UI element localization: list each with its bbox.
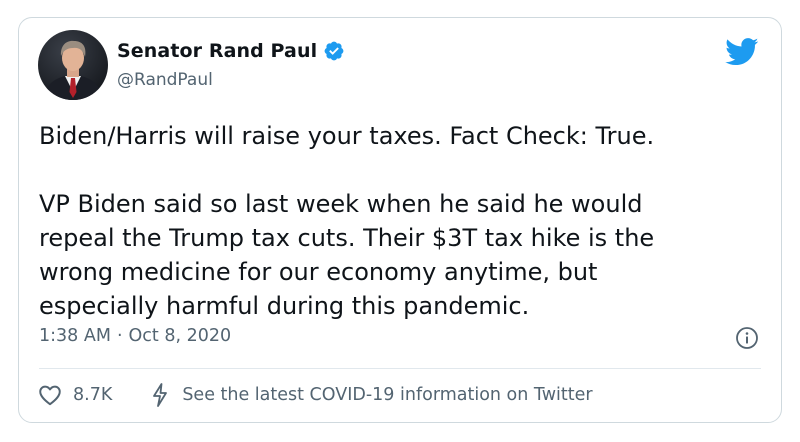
like-button[interactable]: 8.7K (37, 382, 112, 408)
twitter-bird-icon[interactable] (725, 38, 759, 66)
like-count: 8.7K (73, 385, 113, 405)
covid-info-link[interactable]: See the latest COVID-19 information on T… (148, 382, 593, 408)
tweet-paragraph: VP Biden said so last week when he said … (39, 190, 655, 320)
covid-info-label[interactable]: See the latest COVID-19 information on T… (182, 385, 592, 405)
tweet-date[interactable]: Oct 8, 2020 (129, 326, 232, 346)
divider (39, 368, 761, 369)
tweet-paragraph: Biden/Harris will raise your taxes. Fact… (39, 122, 655, 150)
avatar-image (38, 30, 108, 100)
lightning-bolt-icon (153, 383, 168, 407)
tweet-card: Senator Rand Paul @RandPaul Biden/Harris… (18, 17, 782, 423)
meta-separator: · (116, 326, 123, 346)
tweet-time[interactable]: 1:38 AM (39, 326, 111, 346)
info-icon[interactable] (735, 326, 759, 350)
heart-icon (39, 385, 61, 406)
tweet-timestamp[interactable]: 1:38 AM · Oct 8, 2020 (39, 326, 231, 346)
avatar[interactable] (38, 30, 108, 100)
tweet-body: Biden/Harris will raise your taxes. Fact… (39, 119, 759, 323)
author-display-name[interactable]: Senator Rand Paul (117, 40, 317, 62)
author-handle[interactable]: @RandPaul (117, 70, 213, 90)
author-name-row[interactable]: Senator Rand Paul (117, 40, 345, 62)
verified-badge-icon (324, 41, 344, 61)
tweet-actions: 8.7K See the latest COVID-19 information… (37, 382, 593, 408)
